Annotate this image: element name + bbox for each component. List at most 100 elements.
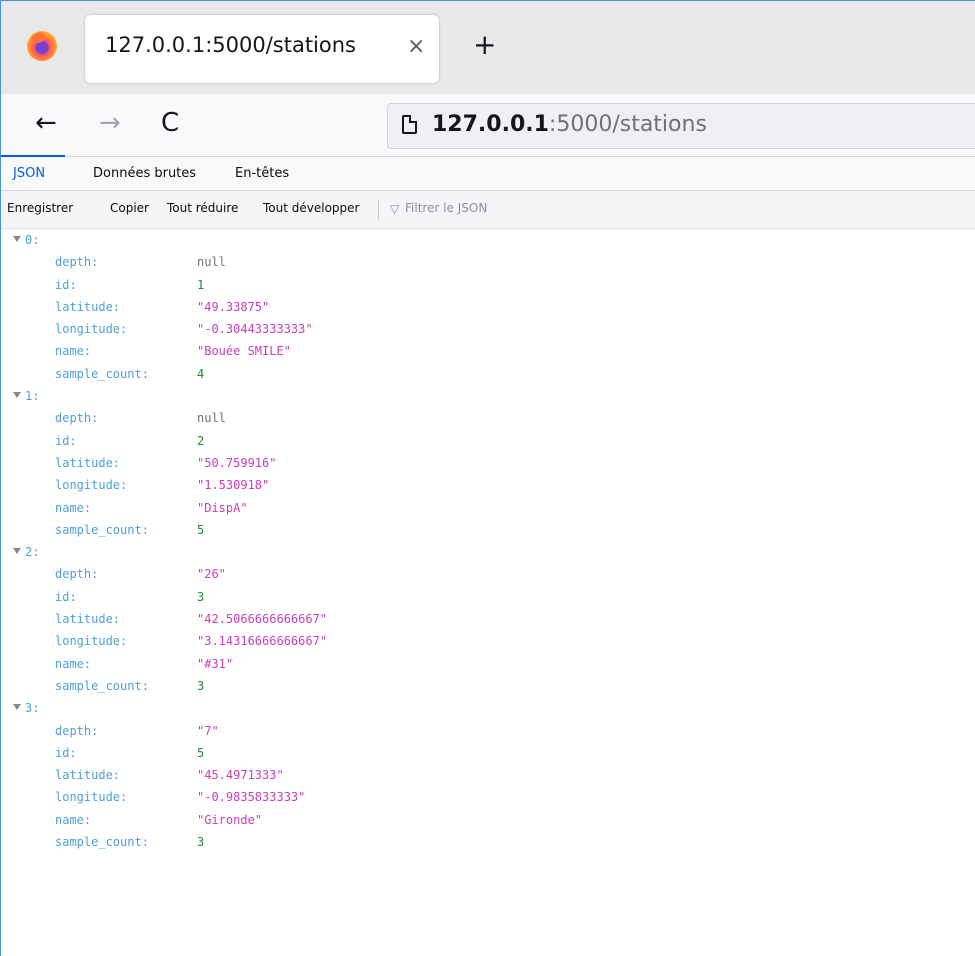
json-key: longitude: bbox=[55, 322, 128, 337]
copy-button[interactable]: Copier bbox=[110, 201, 149, 215]
json-value: "-0.9835833333" bbox=[197, 790, 306, 805]
json-key: id: bbox=[55, 589, 77, 604]
tree-row: name: "Bouée SMILE" bbox=[1, 340, 975, 362]
json-key: name: bbox=[55, 812, 92, 827]
filter-icon: ▽ bbox=[390, 202, 400, 216]
json-toolbar: Enregistrer Copier Tout réduire Tout dév… bbox=[1, 191, 975, 229]
json-key: latitude: bbox=[55, 455, 121, 470]
filter-json-input[interactable]: Filtrer le JSON bbox=[405, 201, 487, 215]
firefox-logo-icon bbox=[27, 31, 57, 61]
json-key: latitude: bbox=[55, 612, 121, 627]
json-key: depth: bbox=[55, 723, 99, 738]
json-value: "42.5066666666667" bbox=[197, 612, 328, 627]
json-value: "49.33875" bbox=[197, 299, 270, 314]
tree-row: name: "#31" bbox=[1, 653, 975, 675]
json-key: depth: bbox=[55, 567, 99, 582]
save-button[interactable]: Enregistrer bbox=[7, 201, 73, 215]
json-value: null bbox=[197, 411, 226, 426]
collapse-all-button[interactable]: Tout réduire bbox=[167, 201, 238, 215]
browser-tab[interactable]: 127.0.0.1:5000/stations × bbox=[85, 15, 439, 83]
json-viewer-tabs: JSON Données brutes En-têtes bbox=[1, 157, 975, 191]
tree-row-index[interactable]: 0: bbox=[1, 229, 975, 251]
tab-title: 127.0.0.1:5000/stations bbox=[105, 33, 356, 57]
json-value: 5 bbox=[197, 522, 205, 537]
tab-raw-data[interactable]: Données brutes bbox=[93, 166, 196, 181]
tree-row-index[interactable]: 2: bbox=[1, 541, 975, 563]
json-key: latitude: bbox=[55, 299, 121, 314]
json-key: latitude: bbox=[55, 768, 121, 783]
json-value: null bbox=[197, 255, 226, 270]
array-index-label: 0: bbox=[25, 233, 40, 247]
tree-row: sample_count: 3 bbox=[1, 831, 975, 853]
tree-row: id: 1 bbox=[1, 274, 975, 296]
new-tab-icon[interactable]: + bbox=[473, 31, 496, 59]
json-value: "DispA" bbox=[197, 500, 248, 515]
json-key: longitude: bbox=[55, 634, 128, 649]
tree-row: name: "DispA" bbox=[1, 497, 975, 519]
json-key: longitude: bbox=[55, 790, 128, 805]
json-value: 3 bbox=[197, 835, 205, 850]
json-key: name: bbox=[55, 656, 92, 671]
tree-row: longitude: "-0.30443333333" bbox=[1, 318, 975, 340]
json-key: id: bbox=[55, 433, 77, 448]
tree-row: sample_count: 3 bbox=[1, 675, 975, 697]
json-key: sample_count: bbox=[55, 835, 149, 850]
json-value: "45.4971333" bbox=[197, 768, 284, 783]
tree-row: depth: "7" bbox=[1, 720, 975, 742]
json-key: name: bbox=[55, 500, 92, 515]
tree-row: longitude: "1.530918" bbox=[1, 474, 975, 496]
expand-all-button[interactable]: Tout développer bbox=[263, 201, 359, 215]
json-value: 5 bbox=[197, 745, 205, 760]
json-value: 3 bbox=[197, 589, 205, 604]
url-bar[interactable]: 127.0.0.1:5000/stations bbox=[387, 103, 975, 149]
json-value: 3 bbox=[197, 678, 205, 693]
json-key: longitude: bbox=[55, 478, 128, 493]
json-key: id: bbox=[55, 745, 77, 760]
json-value: "26" bbox=[197, 567, 226, 582]
tree-row: depth: "26" bbox=[1, 563, 975, 585]
expand-triangle-icon[interactable] bbox=[13, 236, 21, 242]
json-value: "3.14316666666667" bbox=[197, 634, 328, 649]
url-text: 127.0.0.1:5000/stations bbox=[432, 112, 707, 137]
json-value: "#31" bbox=[197, 656, 234, 671]
json-value: "50.759916" bbox=[197, 455, 277, 470]
json-value: "Gironde" bbox=[197, 812, 263, 827]
tree-row: longitude: "-0.9835833333" bbox=[1, 786, 975, 808]
json-value: "1.530918" bbox=[197, 478, 270, 493]
tree-row-index[interactable]: 1: bbox=[1, 385, 975, 407]
json-value: "-0.30443333333" bbox=[197, 322, 313, 337]
json-key: id: bbox=[55, 277, 77, 292]
reload-icon[interactable]: C bbox=[161, 108, 179, 138]
tab-json[interactable]: JSON bbox=[13, 166, 45, 181]
json-key: sample_count: bbox=[55, 678, 149, 693]
tree-row: longitude: "3.14316666666667" bbox=[1, 630, 975, 652]
forward-arrow-icon[interactable]: → bbox=[99, 108, 121, 138]
url-host: 127.0.0.1 bbox=[432, 112, 549, 137]
tree-row: depth: null bbox=[1, 251, 975, 273]
tab-strip: 127.0.0.1:5000/stations × + bbox=[1, 1, 975, 94]
tree-row-index[interactable]: 3: bbox=[1, 697, 975, 719]
tree-row: latitude: "42.5066666666667" bbox=[1, 608, 975, 630]
json-value: "Bouée SMILE" bbox=[197, 344, 291, 359]
json-tree: 0: depth: null id: 1 latitude: "49.33875" longi… bbox=[1, 229, 975, 853]
tree-row: sample_count: 5 bbox=[1, 519, 975, 541]
tab-headers[interactable]: En-têtes bbox=[235, 166, 289, 181]
expand-triangle-icon[interactable] bbox=[13, 548, 21, 555]
tab-close-icon[interactable]: × bbox=[407, 33, 425, 61]
array-index-label: 1: bbox=[25, 389, 40, 404]
tree-row: latitude: "50.759916" bbox=[1, 452, 975, 474]
json-key: sample_count: bbox=[55, 522, 149, 537]
tree-row: id: 2 bbox=[1, 430, 975, 452]
tree-row: id: 3 bbox=[1, 586, 975, 608]
url-path: :5000/stations bbox=[548, 112, 707, 137]
back-arrow-icon[interactable]: ← bbox=[35, 108, 57, 138]
tree-row: depth: null bbox=[1, 407, 975, 429]
expand-triangle-icon[interactable] bbox=[13, 392, 21, 399]
json-value: "7" bbox=[197, 723, 219, 738]
tree-row: id: 5 bbox=[1, 742, 975, 764]
array-index-label: 3: bbox=[25, 701, 40, 716]
tree-row: sample_count: 4 bbox=[1, 363, 975, 385]
array-index-label: 2: bbox=[25, 545, 40, 560]
navigation-bar: ← → C 127.0.0.1:5000/stations bbox=[1, 94, 975, 157]
expand-triangle-icon[interactable] bbox=[13, 704, 21, 711]
